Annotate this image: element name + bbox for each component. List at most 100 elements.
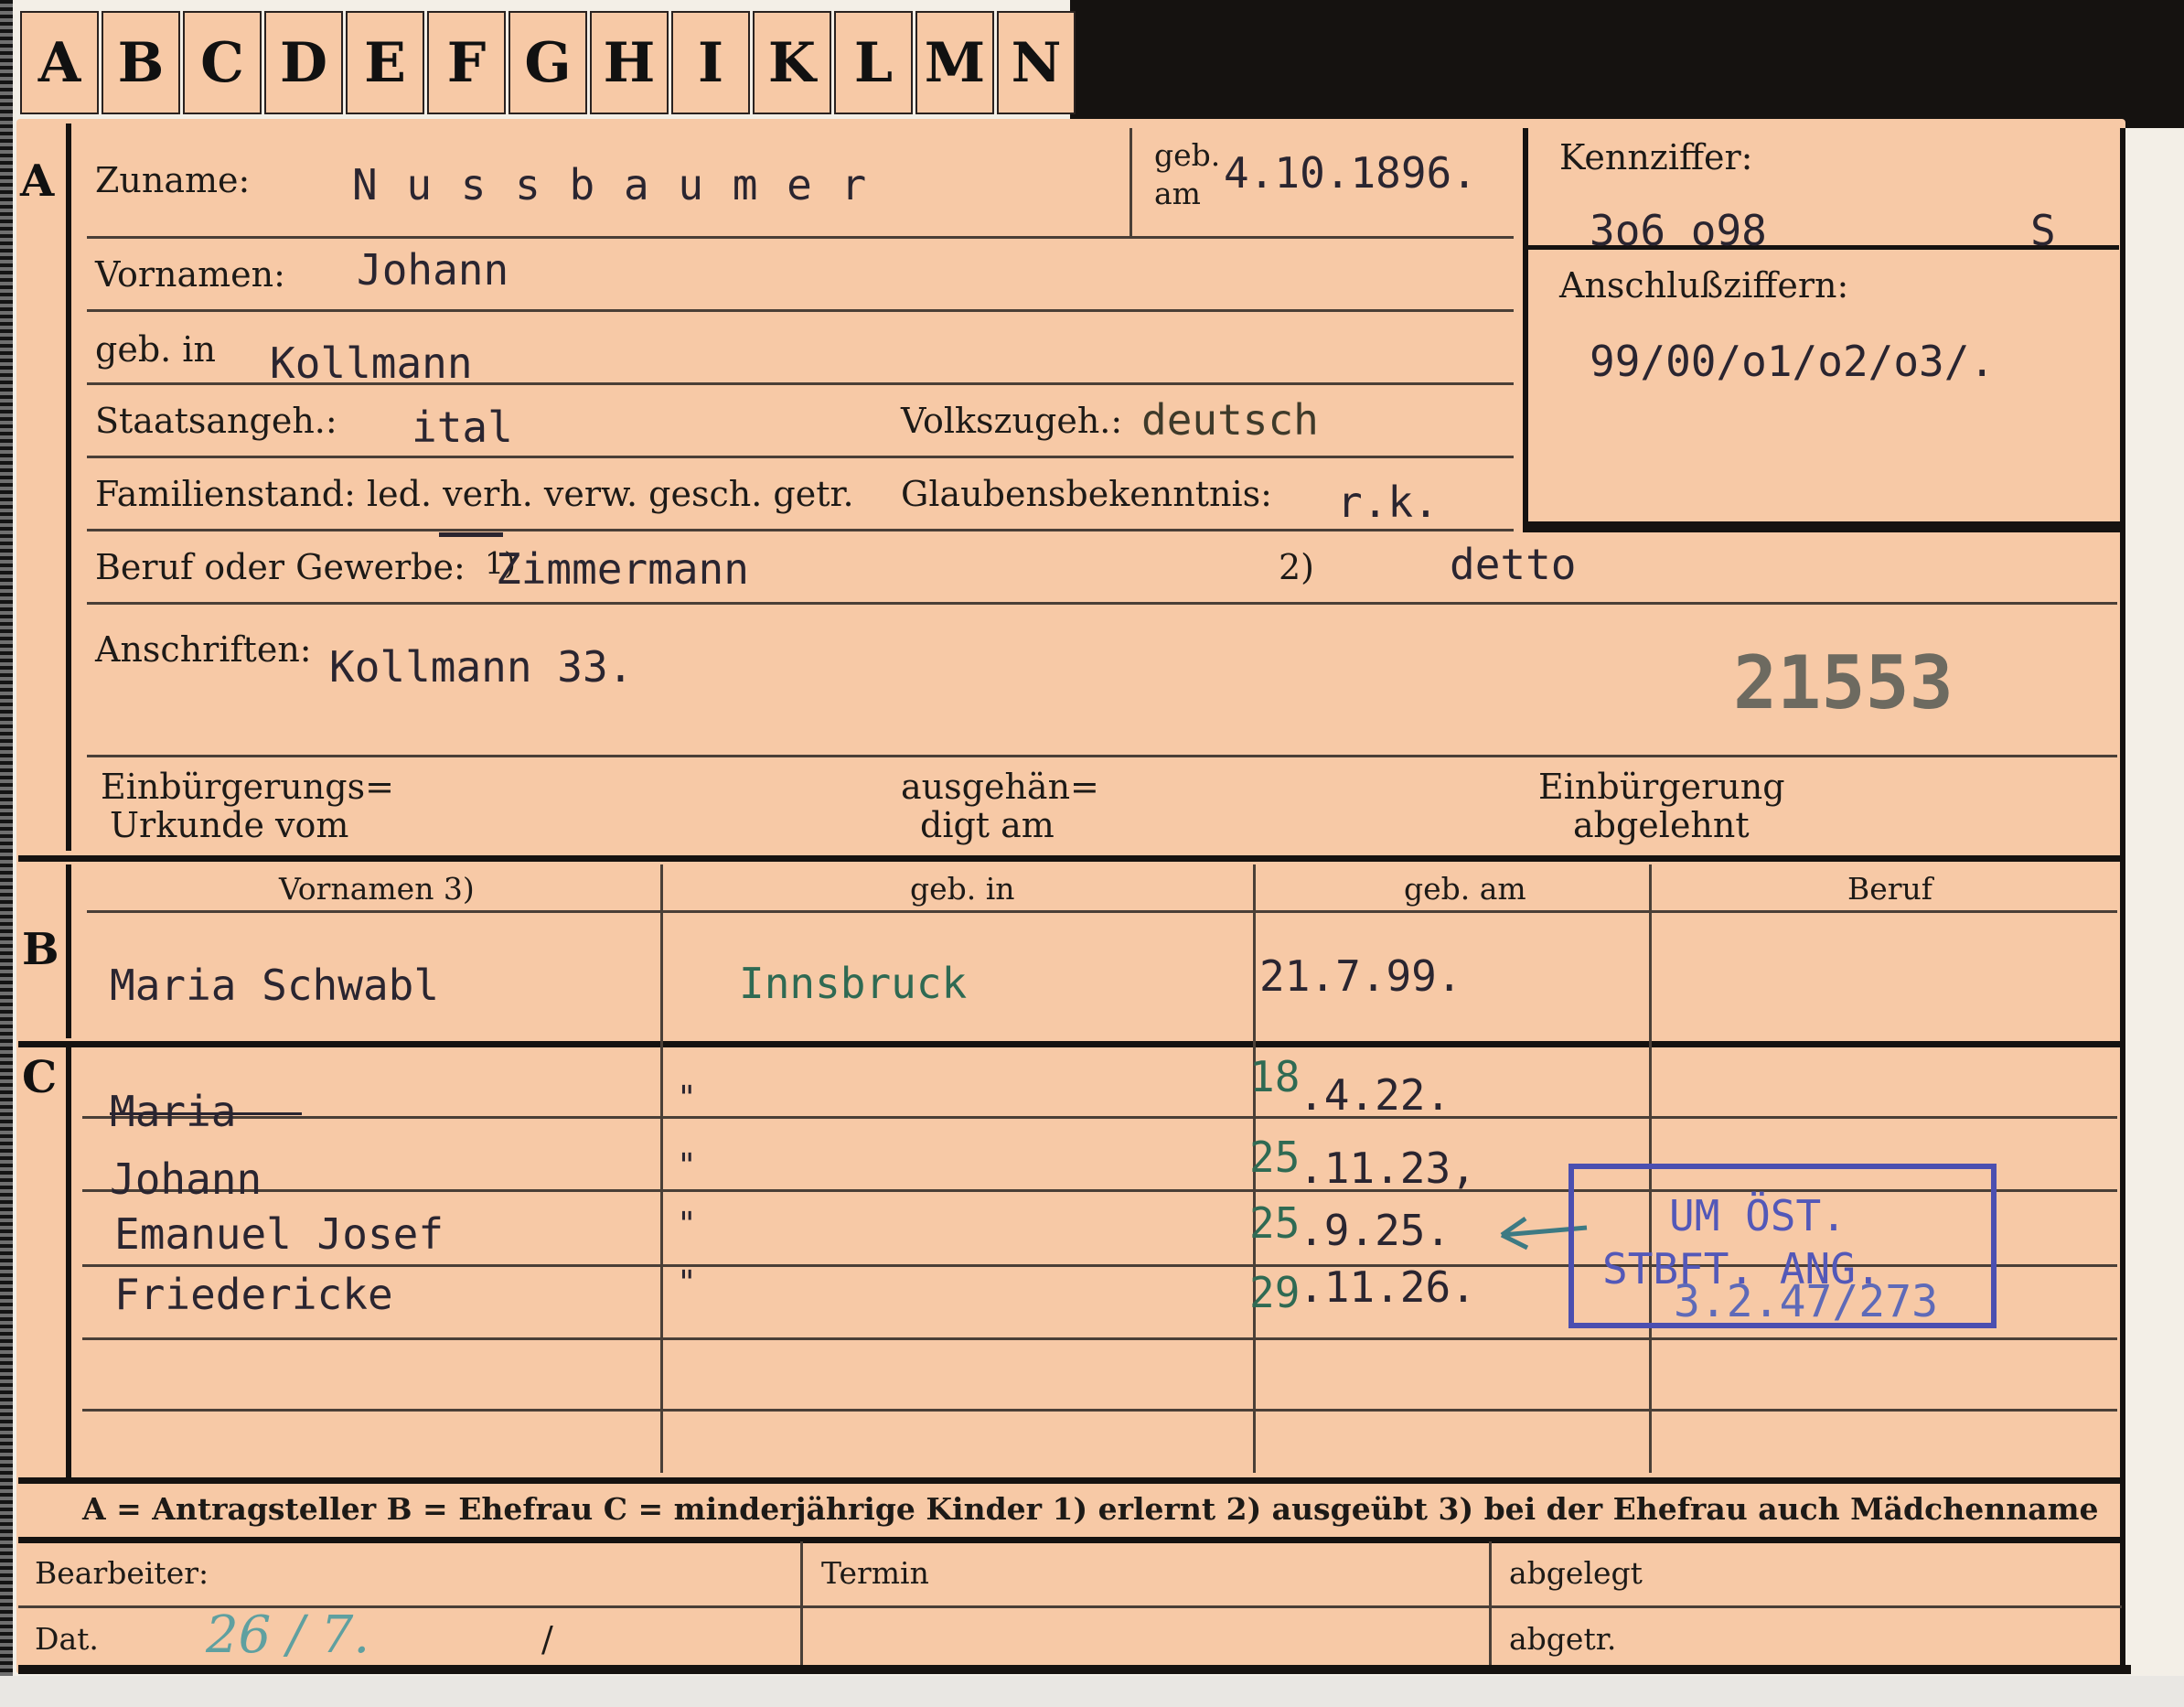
label-bearbeiter: Bearbeiter: [35,1555,209,1591]
section-a-letter: A [20,156,55,207]
religion-value: r.k. [1337,478,1439,527]
dark-background [1070,0,2184,128]
label-am: am [1154,176,1201,211]
tab-m[interactable]: M [915,11,994,114]
section-a-rule [66,123,71,851]
label-einburgerungs-2: Urkunde vom [110,805,349,845]
rule-footer-bottom [18,1665,2131,1674]
rule-table-header [87,910,2117,913]
tab-f[interactable]: F [427,11,506,114]
header-beruf: Beruf [1847,871,1933,907]
child-1-name: Maria [110,1087,237,1136]
child-3-birthplace: " [677,1206,697,1243]
child-4-birthplace: " [677,1264,697,1302]
tab-b[interactable]: B [102,11,180,114]
tab-e[interactable]: E [346,11,424,114]
child-1-strikethrough [110,1112,302,1115]
row-line-1 [82,1116,2117,1119]
birthplace-value: Kollmann [270,338,473,388]
label-zuname: Zuname: [95,160,251,200]
scan-edge [0,0,13,1707]
occupation-learned-value: Zimmermann [496,544,749,594]
label-abgelehnt-2: abgelehnt [1573,805,1750,845]
child-2-day: 25 [1249,1133,1301,1182]
legend-text: A = Antragsteller B = Ehefrau C = minder… [82,1491,2099,1527]
label-glaubensbekenntnis: Glaubensbekenntnis: [901,474,1272,514]
header-geb-in: geb. in [910,871,1015,907]
label-geb-in: geb. in [95,329,216,370]
child-4-birthdate: .11.26. [1299,1262,1476,1312]
child-1-day: 18 [1249,1052,1301,1101]
label-abgetr: abgetr. [1509,1621,1617,1657]
child-4-day: 29 [1249,1268,1301,1317]
label-familienstand: Familienstand: led. verh. verw. gesch. g… [95,474,854,514]
tab-d[interactable]: D [264,11,343,114]
tab-k[interactable]: K [753,11,831,114]
child-1-birthplace: " [677,1079,697,1117]
kennziffer-box-left [1523,128,1528,532]
tab-a[interactable]: A [20,11,99,114]
label-abgelehnt-1: Einbürgerung [1538,767,1785,807]
rule-section-a-end [18,855,2122,862]
spouse-name: Maria Schwabl [110,961,440,1010]
anschluss-value: 99/00/o1/o2/o3/. [1590,337,1996,386]
child-2-birthplace: " [677,1147,697,1185]
label-geb: geb. [1154,137,1221,173]
label-dat: Dat. [35,1621,99,1657]
rule-zuname [87,236,1514,239]
dat-slash: / [541,1619,553,1659]
tab-i[interactable]: I [671,11,750,114]
row-line-5 [82,1409,2117,1412]
child-2-name: Johann [110,1154,262,1204]
tab-l[interactable]: L [834,11,913,114]
tab-g[interactable]: G [509,11,587,114]
rule-beruf [87,602,2117,605]
label-beruf: Beruf oder Gewerbe: [95,547,466,587]
spouse-birthdate: 21.7.99. [1259,951,1462,1001]
alphabet-tabs: A B C D E F G H I K L M N [20,11,1078,116]
label-abgelegt: abgelegt [1509,1555,1643,1591]
section-b-rule [66,864,71,1038]
footnote-2-marker: 2) [1279,547,1315,587]
child-3-name: Emanuel Josef [114,1209,444,1259]
birthdate-value: 4.10.1896. [1224,148,1477,198]
section-c-letter: C [22,1052,58,1103]
rule-legend-bottom [18,1537,2122,1543]
rule-familien [87,529,1514,531]
stamp-line-1: UM ÖST. [1669,1191,1847,1240]
kennziffer-suffix: S [2030,206,2056,255]
label-termin: Termin [821,1555,929,1591]
footer-divider-2 [1489,1541,1492,1665]
rule-legend-top [18,1477,2122,1484]
kennziffer-value: 3o6 o98 [1590,206,1767,255]
label-ausgehan-1: ausgehän= [901,767,1099,807]
stamp-line-3: 3.2.47/273 [1674,1276,1938,1327]
address-value: Kollmann 33. [329,642,634,692]
label-anschriften: Anschriften: [95,629,312,670]
header-geb-am: geb. am [1404,871,1526,907]
tab-h[interactable]: H [590,11,669,114]
rule-vornamen [87,309,1514,312]
header-vornamen: Vornamen 3) [279,871,475,907]
child-4-name: Friedericke [114,1270,393,1319]
number-stamp: 21553 [1733,640,1954,725]
section-b-letter: B [22,924,59,975]
col-divider-1 [660,864,663,1473]
label-einburgerungs-1: Einbürgerungs= [101,767,394,807]
rule-staats [87,456,1514,458]
marital-status-underline [439,532,503,537]
label-volkszugeh: Volkszugeh.: [901,401,1123,441]
section-c-rule [66,1047,71,1477]
tab-c[interactable]: C [183,11,262,114]
rule-section-b-end [18,1041,2122,1047]
footer-divider-1 [800,1541,803,1665]
row-line-4 [82,1337,2117,1340]
occupation-practiced-value: detto [1450,540,1577,589]
citizenship-value: ital [412,403,513,452]
rule-geb-divider [1129,128,1132,236]
tab-n[interactable]: N [997,11,1076,114]
child-3-day: 25 [1249,1198,1301,1248]
surname-value: N u s s b a u m e r [352,160,869,209]
kennziffer-box-bottom [1523,521,2123,532]
label-anschlussziffern: Anschlußziffern: [1559,265,1849,306]
